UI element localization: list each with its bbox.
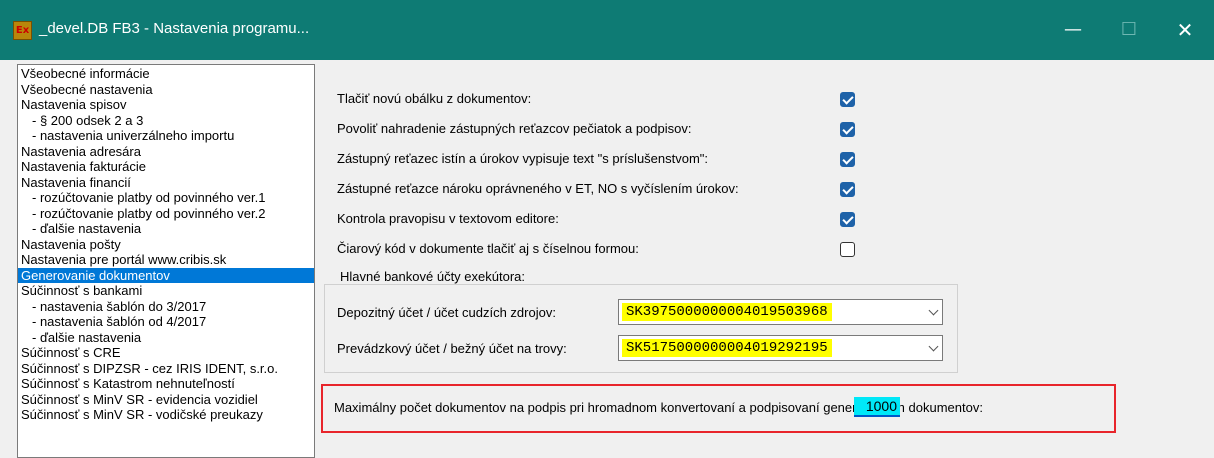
nav-item[interactable]: Nastavenia adresára bbox=[18, 144, 314, 160]
setting-checkbox[interactable] bbox=[840, 92, 855, 107]
minimize-icon[interactable]: — bbox=[1050, 0, 1096, 60]
nav-item[interactable]: Nastavenia spisov bbox=[18, 97, 314, 113]
nav-item[interactable]: - nastavenia univerzálneho importu bbox=[18, 128, 314, 144]
setting-label: Zástupný reťazec istín a úrokov vypisuje… bbox=[337, 151, 709, 166]
settings-panel: Tlačiť novú obálku z dokumentov: Povoliť … bbox=[318, 64, 1214, 458]
setting-label: Povoliť nahradenie zástupných reťazcov p… bbox=[337, 121, 692, 136]
nav-item[interactable]: - nastavenia šablón od 4/2017 bbox=[18, 314, 314, 330]
nav-item[interactable]: Súčinnosť s DIPZSR - cez IRIS IDENT, s.r… bbox=[18, 361, 314, 377]
setting-checkbox[interactable] bbox=[840, 212, 855, 227]
operating-account-value: SK5175000000004019292195 bbox=[622, 339, 832, 357]
window-title: _devel.DB FB3 - Nastavenia programu... bbox=[39, 20, 310, 37]
nav-item[interactable]: - nastavenia šablón do 3/2017 bbox=[18, 299, 314, 315]
setting-checkbox[interactable] bbox=[840, 152, 855, 167]
nav-item[interactable]: Nastavenia pre portál www.cribis.sk bbox=[18, 252, 314, 268]
close-icon[interactable]: ✕ bbox=[1162, 0, 1208, 60]
nav-item[interactable]: - § 200 odsek 2 a 3 bbox=[18, 113, 314, 129]
deposit-account-value: SK3975000000004019503968 bbox=[622, 303, 832, 321]
setting-checkbox[interactable] bbox=[840, 242, 855, 257]
operating-account-combo[interactable]: SK5175000000004019292195 bbox=[618, 335, 943, 361]
settings-category-list[interactable]: Všeobecné informácie Všeobecné nastavenia… bbox=[17, 64, 315, 458]
app-icon: Ex bbox=[13, 21, 32, 40]
nav-item[interactable]: Súčinnosť s bankami bbox=[18, 283, 314, 299]
setting-label: Tlačiť novú obálku z dokumentov: bbox=[337, 91, 532, 106]
operating-account-label: Prevádzkový účet / bežný účet na trovy: bbox=[337, 341, 567, 356]
maximize-icon[interactable]: ☐ bbox=[1106, 0, 1152, 60]
nav-item[interactable]: Všeobecné nastavenia bbox=[18, 82, 314, 98]
nav-item[interactable]: Nastavenia financií bbox=[18, 175, 314, 191]
nav-item[interactable]: - rozúčtovanie platby od povinného ver.2 bbox=[18, 206, 314, 222]
chevron-down-icon[interactable] bbox=[928, 305, 939, 316]
deposit-account-label: Depozitný účet / účet cudzích zdrojov: bbox=[337, 305, 556, 320]
nav-item[interactable]: Súčinnosť s CRE bbox=[18, 345, 314, 361]
nav-item[interactable]: Všeobecné informácie bbox=[18, 66, 314, 82]
nav-item[interactable]: Súčinnosť s Katastrom nehnuteľností bbox=[18, 376, 314, 392]
setting-checkbox[interactable] bbox=[840, 182, 855, 197]
title-bar[interactable]: Ex _devel.DB FB3 - Nastavenia programu..… bbox=[0, 0, 1214, 60]
setting-label: Zástupné reťazce nároku oprávneného v ET… bbox=[337, 181, 739, 196]
nav-item[interactable]: - ďalšie nastavenia bbox=[18, 221, 314, 237]
bank-accounts-group-title: Hlavné bankové účty exekútora: bbox=[337, 269, 528, 284]
chevron-down-icon[interactable] bbox=[928, 341, 939, 352]
setting-label: Kontrola pravopisu v textovom editore: bbox=[337, 211, 559, 226]
nav-item[interactable]: - ďalšie nastavenia bbox=[18, 330, 314, 346]
nav-item[interactable]: - rozúčtovanie platby od povinného ver.1 bbox=[18, 190, 314, 206]
nav-item[interactable]: Nastavenia fakturácie bbox=[18, 159, 314, 175]
max-docs-input[interactable]: 1000 bbox=[854, 397, 900, 417]
deposit-account-combo[interactable]: SK3975000000004019503968 bbox=[618, 299, 943, 325]
nav-item[interactable]: Súčinnosť s MinV SR - vodičské preukazy bbox=[18, 407, 314, 423]
nav-item[interactable]: Nastavenia pošty bbox=[18, 237, 314, 253]
nav-item[interactable]: Súčinnosť s MinV SR - evidencia vozidiel bbox=[18, 392, 314, 408]
setting-checkbox[interactable] bbox=[840, 122, 855, 137]
setting-label: Čiarový kód v dokumente tlačiť aj s číse… bbox=[337, 241, 639, 256]
nav-item[interactable]: Generovanie dokumentov bbox=[18, 267, 314, 283]
